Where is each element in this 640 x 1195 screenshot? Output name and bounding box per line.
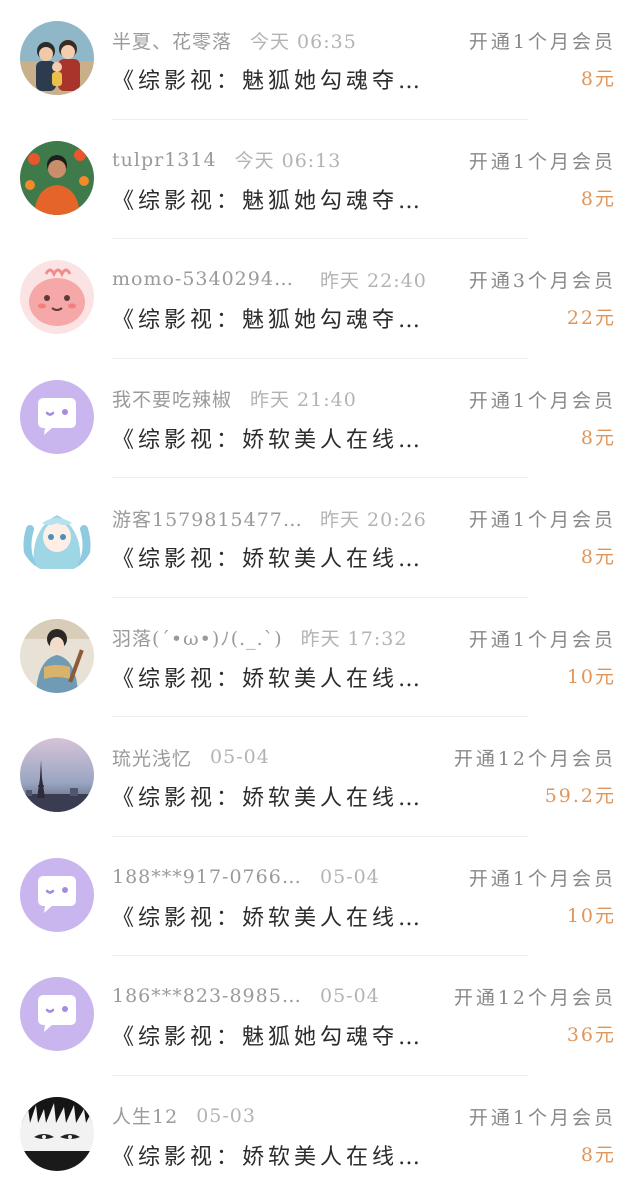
book-title[interactable]: 《综影视：娇软美人在线崩… <box>112 422 442 454</box>
eiffel-tower-avatar[interactable] <box>20 738 94 812</box>
user-name[interactable]: 游客1579815477… <box>112 505 302 532</box>
list-item[interactable]: 游客1579815477… 昨天 20:26 开通1个月会员 《综影视：娇软美人… <box>0 478 640 598</box>
book-title[interactable]: 《综影视：魅狐她勾魂夺魄》 <box>112 183 442 215</box>
book-title[interactable]: 《综影视：娇软美人在线崩… <box>112 900 442 932</box>
user-meta-line: 188***917-07665… 05-04 <box>112 864 380 890</box>
book-title[interactable]: 《综影视：娇软美人在线崩… <box>112 1139 442 1171</box>
membership-action: 开通1个月会员 <box>469 27 616 54</box>
list-item[interactable]: 人生12 05-03 开通1个月会员 《综影视：娇软美人在线崩… 8元 <box>0 1076 640 1195</box>
list-item[interactable]: tulpr1314 今天 06:13 开通1个月会员 《综影视：魅狐她勾魂夺魄》… <box>0 120 640 240</box>
timestamp: 昨天 22:40 <box>320 266 427 293</box>
price-label: 8元 <box>581 1140 616 1167</box>
book-title[interactable]: 《综影视：魅狐她勾魂夺魄》 <box>112 63 442 95</box>
user-meta-line: 游客1579815477… 昨天 20:26 <box>112 505 427 531</box>
user-meta-line: 琉光浅忆 05-04 <box>112 744 270 770</box>
list-item[interactable]: 188***917-07665… 05-04 开通1个月会员 《综影视：娇软美人… <box>0 837 640 957</box>
book-title[interactable]: 《综影视：娇软美人在线崩… <box>112 661 442 693</box>
user-name[interactable]: 琉光浅忆 <box>112 744 192 771</box>
price-label: 8元 <box>581 423 616 450</box>
membership-action: 开通12个月会员 <box>454 983 616 1010</box>
list-item[interactable]: 我不要吃辣椒 昨天 21:40 开通1个月会员 《综影视：娇软美人在线崩… 8元 <box>0 359 640 479</box>
price-label: 8元 <box>581 184 616 211</box>
price-label: 10元 <box>567 662 616 689</box>
user-meta-line: tulpr1314 今天 06:13 <box>112 147 341 173</box>
book-title[interactable]: 《综影视：魅狐她勾魂夺魄》 <box>112 1019 442 1051</box>
user-meta-line: 人生12 05-03 <box>112 1103 256 1129</box>
timestamp: 05-03 <box>196 1105 256 1127</box>
list-item[interactable]: 186***823-89850… 05-04 开通12个月会员 《综影视：魅狐她… <box>0 956 640 1076</box>
list-item[interactable]: 半夏、花零落 今天 06:35 开通1个月会员 《综影视：魅狐她勾魂夺魄》 8元 <box>0 0 640 120</box>
list-item[interactable]: momo-534029490… 昨天 22:40 开通3个月会员 《综影视：魅狐… <box>0 239 640 359</box>
book-title[interactable]: 《综影视：魅狐她勾魂夺魄》 <box>112 302 442 334</box>
timestamp: 今天 06:13 <box>235 146 342 173</box>
user-name[interactable]: 188***917-07665… <box>112 866 302 888</box>
timestamp: 昨天 21:40 <box>250 385 357 412</box>
subscription-record-list: 半夏、花零落 今天 06:35 开通1个月会员 《综影视：魅狐她勾魂夺魄》 8元… <box>0 0 640 1195</box>
user-name[interactable]: 羽落(´•ω•)ﾉ(._.`) <box>112 624 283 651</box>
membership-action: 开通1个月会员 <box>469 386 616 413</box>
membership-action: 开通1个月会员 <box>469 1103 616 1130</box>
timestamp: 05-04 <box>320 866 380 888</box>
user-meta-line: 186***823-89850… 05-04 <box>112 983 380 1009</box>
membership-action: 开通1个月会员 <box>469 625 616 652</box>
user-name[interactable]: momo-534029490… <box>112 268 302 290</box>
price-label: 22元 <box>567 303 616 330</box>
list-item[interactable]: 羽落(´•ω•)ﾉ(._.`) 昨天 17:32 开通1个月会员 《综影视：娇软… <box>0 598 640 718</box>
anime-girl-avatar[interactable] <box>20 499 94 573</box>
membership-action: 开通12个月会员 <box>454 744 616 771</box>
monochrome-eyes-avatar[interactable] <box>20 1097 94 1171</box>
list-item[interactable]: 琉光浅忆 05-04 开通12个月会员 《综影视：娇软美人在线崩… 59.2元 <box>0 717 640 837</box>
price-label: 8元 <box>581 64 616 91</box>
timestamp: 05-04 <box>210 746 270 768</box>
timestamp: 昨天 17:32 <box>301 624 408 651</box>
man-orange-shirt-avatar[interactable] <box>20 141 94 215</box>
default-chat-bubble-avatar[interactable] <box>20 380 94 454</box>
price-label: 10元 <box>567 901 616 928</box>
user-name[interactable]: 我不要吃辣椒 <box>112 385 232 412</box>
price-label: 36元 <box>567 1020 616 1047</box>
user-meta-line: momo-534029490… 昨天 22:40 <box>112 266 427 292</box>
user-meta-line: 半夏、花零落 今天 06:35 <box>112 27 357 53</box>
user-name[interactable]: tulpr1314 <box>112 149 217 171</box>
default-chat-bubble-avatar[interactable] <box>20 977 94 1051</box>
pink-cartoon-avatar[interactable] <box>20 260 94 334</box>
membership-action: 开通1个月会员 <box>469 147 616 174</box>
timestamp: 05-04 <box>320 985 380 1007</box>
user-meta-line: 我不要吃辣椒 昨天 21:40 <box>112 386 357 412</box>
timestamp: 昨天 20:26 <box>320 505 427 532</box>
timestamp: 今天 06:35 <box>250 27 357 54</box>
ancient-lady-avatar[interactable] <box>20 619 94 693</box>
membership-action: 开通1个月会员 <box>469 505 616 532</box>
user-name[interactable]: 人生12 <box>112 1102 178 1129</box>
user-name[interactable]: 186***823-89850… <box>112 985 302 1007</box>
book-title[interactable]: 《综影视：娇软美人在线崩… <box>112 541 442 573</box>
membership-action: 开通3个月会员 <box>469 266 616 293</box>
price-label: 8元 <box>581 542 616 569</box>
book-title[interactable]: 《综影视：娇软美人在线崩… <box>112 780 442 812</box>
user-meta-line: 羽落(´•ω•)ﾉ(._.`) 昨天 17:32 <box>112 625 407 651</box>
default-chat-bubble-avatar[interactable] <box>20 858 94 932</box>
user-name[interactable]: 半夏、花零落 <box>112 27 232 54</box>
membership-action: 开通1个月会员 <box>469 864 616 891</box>
family-photo-avatar[interactable] <box>20 21 94 95</box>
price-label: 59.2元 <box>545 781 616 808</box>
